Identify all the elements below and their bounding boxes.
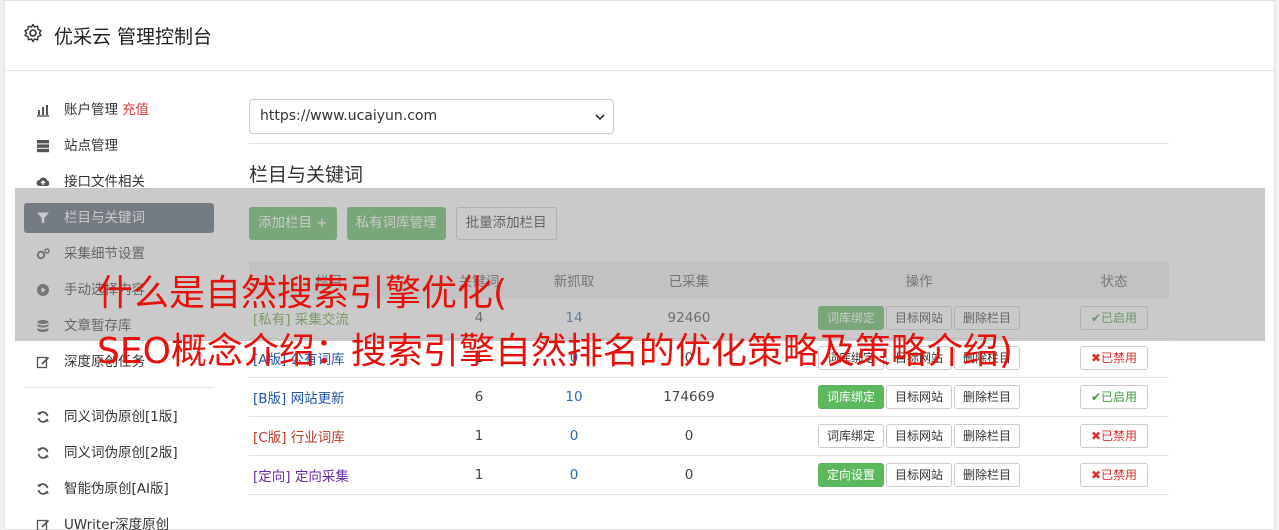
sidebar-item-group2-0[interactable]: 同义词伪原创[1版] [24,402,214,432]
cell-name: [C版] 行业词库 [249,416,409,456]
server-icon [37,140,49,153]
refresh-icon [37,447,49,459]
cell-status: ✔已启用 [1059,377,1169,417]
cell-collected: 0 [599,455,779,495]
sidebar-item-label: 账户管理 [64,102,118,118]
delete-column-button[interactable]: 删除栏目 [954,384,1021,409]
new-count-link[interactable]: 0 [570,428,579,444]
sidebar-item-label: 同义词伪原创[2版] [64,445,178,461]
top-bar: 优采云 管理控制台 [5,1,1274,71]
cell-status: ✖已禁用 [1059,338,1169,378]
recharge-link[interactable]: 充值 [122,102,149,118]
column-name-link[interactable]: [定向] 定向采集 [253,469,349,485]
cell-new: 10 [549,377,599,417]
cell-keywords: 1 [409,416,549,456]
cell-new: 0 [549,416,599,456]
status-toggle[interactable]: ✖已禁用 [1079,462,1149,487]
new-count-link[interactable]: 0 [570,467,579,483]
bind-button[interactable]: 词库绑定 [817,384,884,409]
edit-icon [36,356,50,369]
sidebar-item-label: UWriter深度原创 [64,517,170,530]
cell-ops: 定向设置 目标网站 删除栏目 [779,455,1059,495]
table-row: [C版] 行业词库 1 0 0 词库绑定 目标网站 删除栏目 ✖已禁用 [249,416,1169,456]
column-name-link[interactable]: [C版] 行业词库 [253,430,345,446]
cell-ops: 词库绑定目标网站删除栏目 [779,416,1059,456]
refresh-icon [37,411,49,423]
status-toggle[interactable]: ✖已禁用 [1079,423,1149,448]
column-name-link[interactable]: [B版] 网站更新 [253,391,345,407]
site-select-value: https://www.ucaiyun.com [260,108,438,124]
status-toggle[interactable]: ✔已启用 [1079,384,1149,409]
bind-button[interactable]: 词库绑定 [817,423,884,448]
sidebar-item-group2-3[interactable]: UWriter深度原创 [24,510,214,530]
status-toggle[interactable]: ✖已禁用 [1079,345,1149,370]
new-count-link[interactable]: 10 [565,389,582,405]
chevron-down-icon [595,114,605,121]
target-site-button[interactable]: 目标网站 [885,462,952,487]
sidebar-item-label: 站点管理 [64,138,118,154]
sidebar-item-group1-1[interactable]: 站点管理 [24,131,214,161]
cell-keywords: 6 [409,377,549,417]
table-row: [定向] 定向采集 1 0 0 定向设置 目标网站 删除栏目 ✖已禁用 [249,455,1169,495]
bind-button[interactable]: 定向设置 [817,462,884,487]
headline-line-2: SEO概念介绍：搜索引擎自然排名的优化策略及策略介绍) [97,331,1013,372]
cell-collected: 0 [599,416,779,456]
headline-line-1: 什么是自然搜索引擎优化( [97,273,508,314]
cell-status: ✖已禁用 [1059,455,1169,495]
divider [249,143,1169,144]
sidebar-item-label: 同义词伪原创[1版] [64,409,178,425]
target-site-button[interactable]: 目标网站 [885,384,952,409]
gear-icon [24,23,42,43]
cell-ops: 词库绑定目标网站删除栏目 [779,377,1059,417]
section-title: 栏目与关键词 [249,164,364,186]
target-site-button[interactable]: 目标网站 [885,423,952,448]
banner-overlay [15,188,1265,341]
cell-keywords: 1 [409,455,549,495]
app-title: 优采云 管理控制台 [54,26,213,48]
sidebar-item-group1-0[interactable]: 账户管理 充值 [24,95,214,125]
delete-column-button[interactable]: 删除栏目 [954,462,1021,487]
cell-collected: 174669 [599,377,779,417]
sidebar-item-label: 智能伪原创[AI版] [64,481,169,497]
site-select[interactable]: https://www.ucaiyun.com [249,99,614,134]
cell-name: [B版] 网站更新 [249,377,409,417]
sidebar-item-group2-1[interactable]: 同义词伪原创[2版] [24,438,214,468]
cell-status: ✖已禁用 [1059,416,1169,456]
cell-name: [定向] 定向采集 [249,455,409,495]
table-row: [B版] 网站更新 6 10 174669 词库绑定 目标网站 删除栏目 ✔已启用 [249,377,1169,417]
sidebar-item-group2-2[interactable]: 智能伪原创[AI版] [24,474,214,504]
refresh-icon [37,483,49,495]
bar-chart-icon [37,105,49,117]
edit-icon [36,519,50,530]
delete-column-button[interactable]: 删除栏目 [954,423,1021,448]
cell-new: 0 [549,455,599,495]
cloud-upload-icon [36,177,50,186]
sidebar-divider [24,387,214,388]
